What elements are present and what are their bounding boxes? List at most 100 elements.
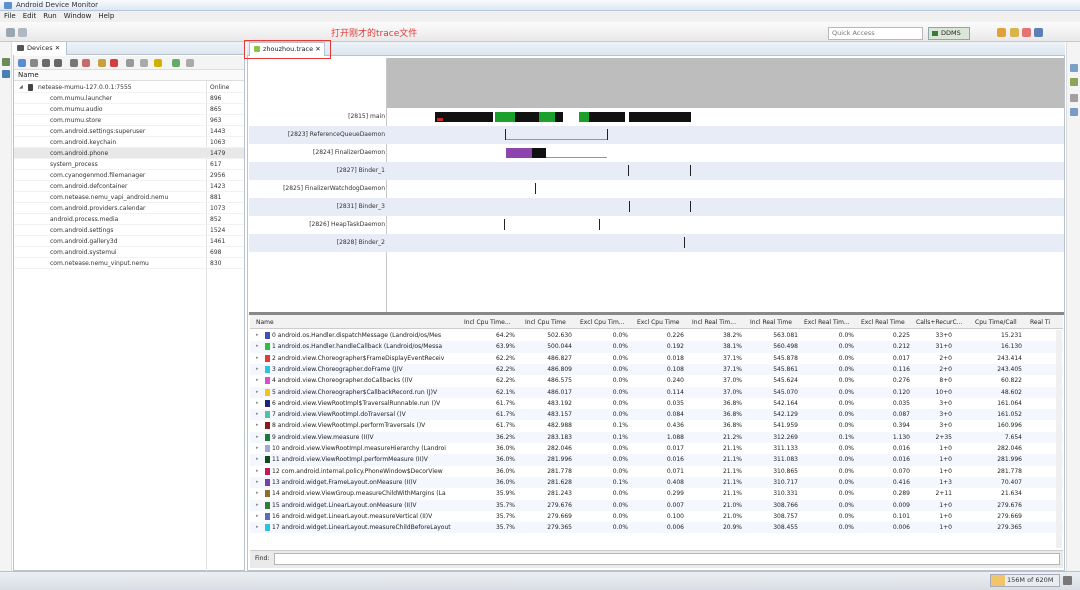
thread-row-binder-2[interactable]: [2828] Binder_2 bbox=[249, 234, 1064, 252]
thread-row-heap-task[interactable]: [2826] HeapTaskDaemon bbox=[249, 216, 1064, 234]
thread-activity-bar[interactable] bbox=[539, 112, 555, 122]
thread-row-binder-3[interactable]: [2831] Binder_3 bbox=[249, 198, 1064, 216]
profile-row[interactable]: ▸ 5 android.view.Choreographer$CallbackRe… bbox=[250, 386, 1063, 398]
profile-row[interactable]: ▸ 9 android.view.View.measure (II)V 36.2% 2… bbox=[250, 431, 1063, 443]
profile-row[interactable]: ▸ 14 android.view.ViewGroup.measureChildW… bbox=[250, 488, 1063, 499]
expand-arrow-icon[interactable]: ▸ bbox=[256, 364, 259, 375]
process-row[interactable]: com.android.defcontainer 1423 bbox=[14, 181, 244, 192]
expand-arrow-icon[interactable]: ▸ bbox=[256, 443, 259, 454]
col-incl-real-time[interactable]: Incl Real Time bbox=[750, 319, 792, 326]
col-incl-cpu-pct[interactable]: Incl Cpu Time... bbox=[464, 319, 511, 326]
profile-row[interactable]: ▸ 17 android.widget.LinearLayout.measureC… bbox=[250, 522, 1063, 534]
network-icon[interactable] bbox=[1070, 94, 1078, 102]
expand-arrow-icon[interactable]: ▸ bbox=[256, 511, 259, 522]
thread-activity-bar[interactable] bbox=[435, 112, 493, 122]
profile-row[interactable]: ▸ 2 android.view.Choreographer$FrameDispl… bbox=[250, 353, 1063, 364]
close-icon[interactable]: ✕ bbox=[55, 44, 60, 52]
profile-row[interactable]: ▸ 16 android.widget.LinearLayout.measureV… bbox=[250, 511, 1063, 522]
expand-arrow-icon[interactable]: ▸ bbox=[256, 420, 259, 431]
process-row[interactable]: system_process 617 bbox=[14, 159, 244, 170]
ddms-perspective-button[interactable]: DDMS bbox=[928, 27, 970, 40]
devices-column-header[interactable]: Name bbox=[14, 70, 244, 81]
profile-row[interactable]: ▸ 0 android.os.Handler.dispatchMessage (L… bbox=[250, 330, 1063, 341]
expand-arrow-icon[interactable]: ▸ bbox=[256, 500, 259, 511]
systrace-icon[interactable] bbox=[98, 59, 106, 67]
col-cpu-per-call[interactable]: Cpu Time/Call bbox=[975, 319, 1017, 326]
expand-arrow-icon[interactable]: ▸ bbox=[256, 387, 259, 398]
toolbar-debug-icon[interactable] bbox=[1022, 28, 1031, 37]
heap-icon[interactable] bbox=[1070, 78, 1078, 86]
col-excl-cpu-time[interactable]: Excl Cpu Time bbox=[637, 319, 680, 326]
debug-process-icon[interactable] bbox=[18, 59, 26, 67]
stop-process-icon[interactable] bbox=[110, 59, 118, 67]
profile-row[interactable]: ▸ 13 android.widget.FrameLayout.onMeasure… bbox=[250, 476, 1063, 489]
col-excl-real-pct[interactable]: Excl Real Tim... bbox=[804, 319, 850, 326]
profile-row[interactable]: ▸ 7 android.view.ViewRootImpl.doTraversal… bbox=[250, 409, 1063, 421]
file-explorer-icon[interactable] bbox=[2, 70, 10, 78]
expand-arrow-icon[interactable]: ▸ bbox=[256, 341, 259, 352]
thread-activity-tick[interactable] bbox=[607, 129, 608, 140]
process-row[interactable]: com.android.settings:superuser 1443 bbox=[14, 126, 244, 137]
process-row[interactable]: com.cyanogenmod.filemanager 2956 bbox=[14, 170, 244, 181]
thread-row-binder-1[interactable]: [2827] Binder_1 bbox=[249, 162, 1064, 180]
thread-activity-bar[interactable] bbox=[589, 112, 625, 122]
process-row[interactable]: com.android.gallery3d 1461 bbox=[14, 236, 244, 247]
profile-row[interactable]: ▸ 8 android.view.ViewRootImpl.performTrav… bbox=[250, 420, 1063, 431]
thread-activity-bar[interactable] bbox=[555, 112, 563, 122]
thread-activity-tick[interactable] bbox=[599, 219, 600, 230]
screen-capture-icon[interactable] bbox=[126, 59, 134, 67]
thread-activity-bar[interactable] bbox=[579, 112, 589, 122]
thread-activity-bar[interactable] bbox=[515, 112, 539, 122]
menu-run[interactable]: Run bbox=[43, 12, 56, 20]
process-row[interactable]: com.mumu.audio 865 bbox=[14, 104, 244, 115]
thread-activity-tick[interactable] bbox=[628, 165, 629, 176]
thread-activity-tick[interactable] bbox=[629, 201, 630, 212]
cause-gc-icon[interactable] bbox=[54, 59, 62, 67]
thread-activity-bar[interactable] bbox=[437, 118, 443, 121]
thread-activity-tick[interactable] bbox=[535, 183, 536, 194]
menu-edit[interactable]: Edit bbox=[23, 12, 37, 20]
col-calls[interactable]: Calls+RecurC... bbox=[916, 319, 962, 326]
profile-row[interactable]: ▸ 10 android.view.ViewRootImpl.measureHie… bbox=[250, 443, 1063, 454]
view-menu-icon[interactable] bbox=[186, 59, 194, 67]
thread-activity-bar[interactable] bbox=[629, 112, 691, 122]
emulator-control-icon[interactable] bbox=[2, 58, 10, 66]
col-excl-cpu-pct[interactable]: Excl Cpu Tim... bbox=[580, 319, 625, 326]
process-row[interactable]: com.android.systemui 698 bbox=[14, 247, 244, 258]
expand-arrow-icon[interactable]: ▸ bbox=[256, 466, 259, 477]
expand-arrow-icon[interactable]: ▸ bbox=[256, 454, 259, 465]
quick-access-input[interactable]: Quick Access bbox=[828, 27, 923, 40]
expand-arrow-icon[interactable]: ▸ bbox=[256, 432, 259, 443]
process-row[interactable]: android.process.media 852 bbox=[14, 214, 244, 225]
profile-row[interactable]: ▸ 12 com.android.internal.policy.PhoneWin… bbox=[250, 466, 1063, 477]
process-row[interactable]: com.android.settings 1524 bbox=[14, 225, 244, 236]
thread-activity-tick[interactable] bbox=[690, 201, 691, 212]
ui-automator-icon[interactable] bbox=[154, 59, 162, 67]
expand-arrow-icon[interactable]: ▸ bbox=[256, 330, 259, 341]
opengl-trace-icon[interactable] bbox=[172, 59, 180, 67]
profile-scrollbar[interactable] bbox=[1056, 330, 1062, 548]
expand-arrow-icon[interactable]: ▸ bbox=[256, 477, 259, 488]
profile-row[interactable]: ▸ 3 android.view.Choreographer.doFrame (J… bbox=[250, 363, 1063, 376]
timeline-scale[interactable] bbox=[387, 58, 1064, 108]
process-row[interactable]: com.android.providers.calendar 1073 bbox=[14, 203, 244, 214]
thread-row-reference-queue[interactable]: [2823] ReferenceQueueDaemon bbox=[249, 126, 1064, 144]
thread-row-main[interactable]: [2815] main bbox=[249, 108, 1064, 126]
thread-activity-bar[interactable] bbox=[495, 112, 515, 122]
gc-trash-icon[interactable] bbox=[1063, 576, 1072, 585]
thread-activity-bar[interactable] bbox=[532, 148, 546, 158]
col-name[interactable]: Name bbox=[256, 319, 274, 326]
profile-row[interactable]: ▸ 11 android.view.ViewRootImpl.performMea… bbox=[250, 454, 1063, 466]
col-excl-real-time[interactable]: Excl Real Time bbox=[861, 319, 905, 326]
process-row[interactable]: com.android.keychain 1063 bbox=[14, 137, 244, 148]
update-heap-icon[interactable] bbox=[30, 59, 38, 67]
expand-arrow-icon[interactable]: ▸ bbox=[256, 522, 259, 533]
expand-arrow-icon[interactable]: ▸ bbox=[256, 398, 259, 409]
profile-row[interactable]: ▸ 1 android.os.Handler.handleCallback (La… bbox=[250, 341, 1063, 353]
dump-hprof-icon[interactable] bbox=[42, 59, 50, 67]
expand-arrow-icon[interactable]: ▸ bbox=[256, 353, 259, 364]
toolbar-config-icon[interactable] bbox=[1010, 28, 1019, 37]
device-row[interactable]: ◢ netease-mumu-127.0.0.1:7555 Online bbox=[14, 82, 244, 93]
menu-window[interactable]: Window bbox=[64, 12, 92, 20]
expand-arrow-icon[interactable]: ▸ bbox=[256, 488, 259, 499]
